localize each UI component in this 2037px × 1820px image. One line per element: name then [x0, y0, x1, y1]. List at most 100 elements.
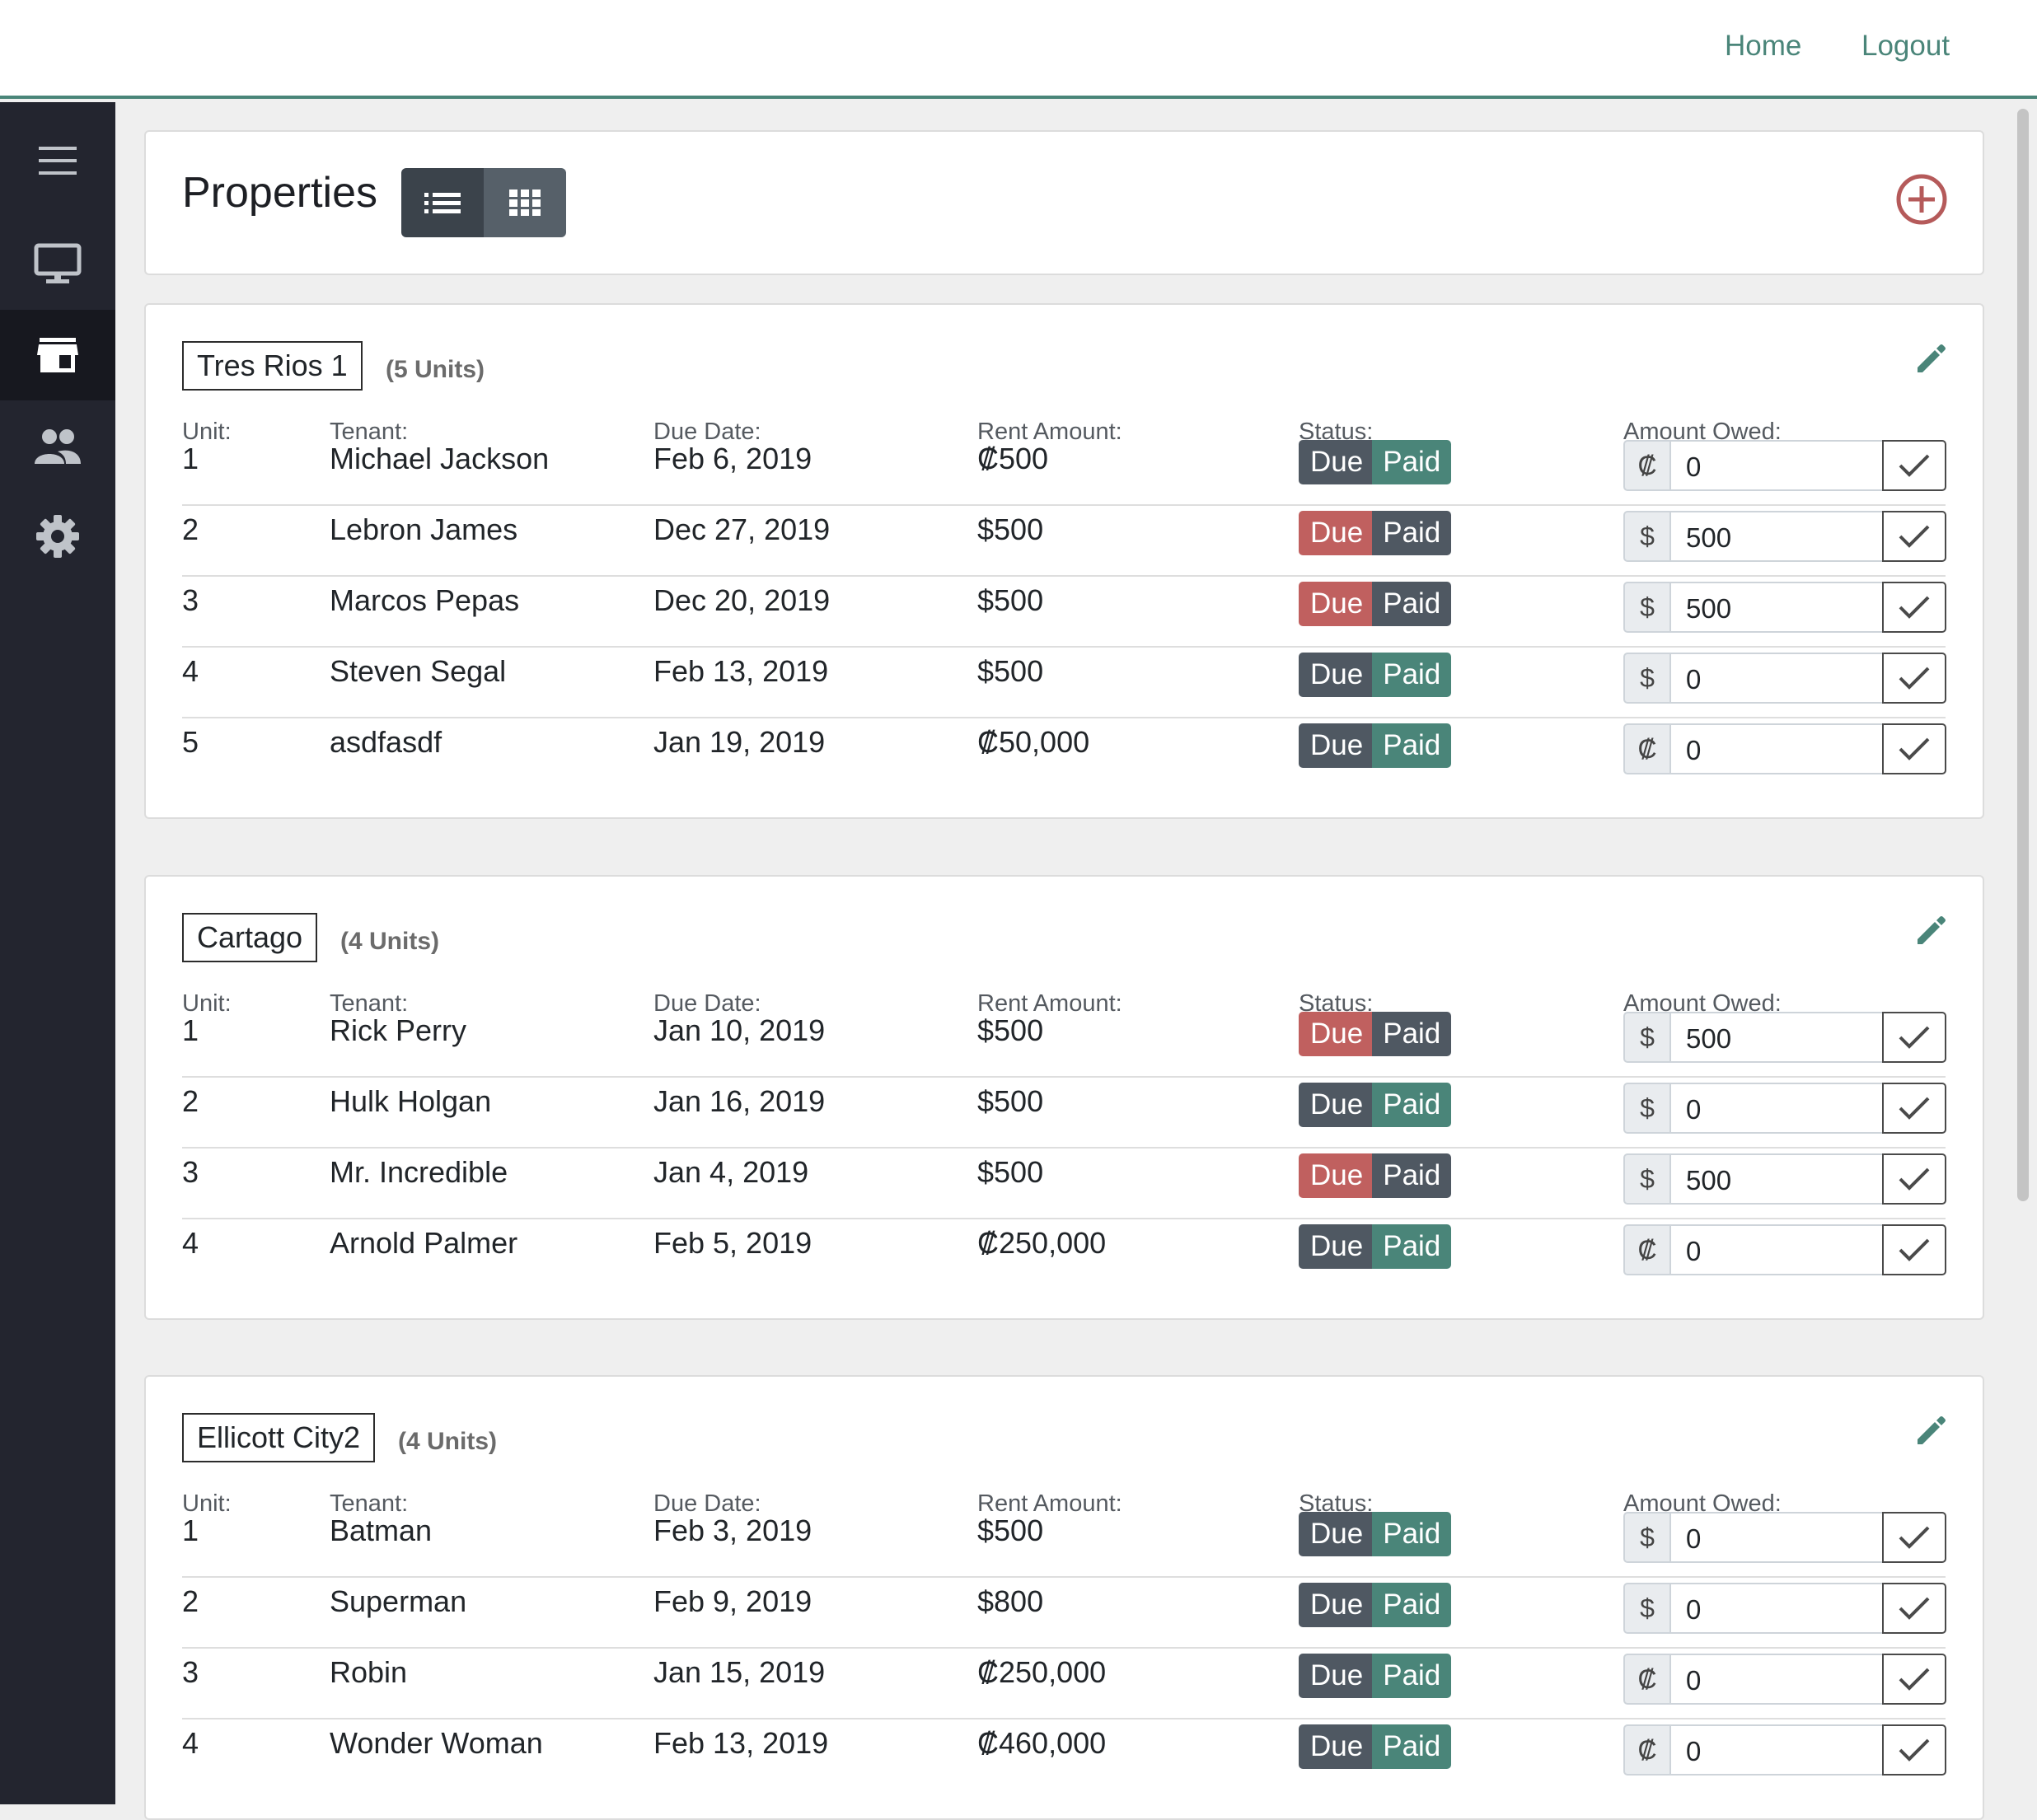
amount-owed-group: $ [1623, 1583, 1946, 1634]
status-due-button[interactable]: Due [1299, 723, 1373, 768]
status-due-button[interactable]: Due [1299, 1083, 1373, 1127]
rent-amount: $500 [977, 1013, 1044, 1047]
status-paid-button[interactable]: Paid [1372, 723, 1452, 768]
amount-owed-input[interactable] [1669, 582, 1884, 633]
status-due-button[interactable]: Due [1299, 511, 1373, 555]
amount-owed-input[interactable] [1669, 1654, 1884, 1705]
tenant-name: asdfasdf [330, 725, 443, 759]
amount-owed-group: $ [1623, 1153, 1946, 1205]
status-due-button[interactable]: Due [1299, 1153, 1373, 1198]
status-due-button[interactable]: Due [1299, 1583, 1373, 1627]
sidebar [0, 102, 115, 1804]
property-name[interactable]: Tres Rios 1 [182, 341, 363, 391]
amount-owed-input[interactable] [1669, 723, 1884, 774]
rent-amount: ₡500 [977, 442, 1049, 475]
rent-amount: ₡460,000 [977, 1726, 1107, 1760]
confirm-payment-button[interactable] [1882, 440, 1946, 491]
amount-owed-input[interactable] [1669, 440, 1884, 491]
confirm-payment-button[interactable] [1882, 582, 1946, 633]
edit-property-icon[interactable] [1914, 1415, 1947, 1448]
table-row: 4 Wonder Woman Feb 13, 2019 ₡460,000 Due Paid… [182, 1718, 1946, 1789]
amount-owed-group: ₡ [1623, 440, 1946, 491]
confirm-payment-button[interactable] [1882, 1012, 1946, 1063]
nav-home-link[interactable]: Home [1725, 30, 1801, 63]
list-view-button[interactable] [401, 168, 484, 237]
status-paid-button[interactable]: Paid [1372, 1083, 1452, 1127]
confirm-payment-button[interactable] [1882, 1512, 1946, 1563]
checkmark-icon [1899, 1738, 1930, 1762]
confirm-payment-button[interactable] [1882, 653, 1946, 704]
amount-owed-input[interactable] [1669, 1224, 1884, 1275]
confirm-payment-button[interactable] [1882, 1583, 1946, 1634]
status-due-button[interactable]: Due [1299, 1012, 1373, 1056]
page-scrollbar[interactable] [2017, 109, 2029, 1201]
status-due-button[interactable]: Due [1299, 1224, 1373, 1269]
status-due-button[interactable]: Due [1299, 582, 1373, 626]
status-paid-button[interactable]: Paid [1372, 1583, 1452, 1627]
amount-owed-input[interactable] [1669, 1583, 1884, 1634]
confirm-payment-button[interactable] [1882, 1224, 1946, 1275]
amount-owed-input[interactable] [1669, 1012, 1884, 1063]
sidebar-menu-toggle[interactable] [0, 115, 115, 206]
amount-owed-input[interactable] [1669, 1512, 1884, 1563]
grid-view-icon [509, 189, 541, 216]
table-row: 1 Batman Feb 3, 2019 $500 Due Paid $ [182, 1505, 1946, 1578]
status-paid-button[interactable]: Paid [1372, 582, 1452, 626]
status-due-button[interactable]: Due [1299, 653, 1373, 697]
units-count: (4 Units) [398, 1428, 497, 1455]
unit-number: 3 [182, 583, 199, 617]
status-paid-button[interactable]: Paid [1372, 653, 1452, 697]
units-count: (5 Units) [386, 356, 485, 383]
status-due-button[interactable]: Due [1299, 1512, 1373, 1556]
status-paid-button[interactable]: Paid [1372, 1724, 1452, 1769]
sidebar-item-tenants[interactable] [0, 400, 115, 491]
confirm-payment-button[interactable] [1882, 511, 1946, 562]
amount-owed-input[interactable] [1669, 1153, 1884, 1205]
property-name[interactable]: Ellicott City2 [182, 1413, 376, 1462]
status-paid-button[interactable]: Paid [1372, 1224, 1452, 1269]
confirm-payment-button[interactable] [1882, 723, 1946, 774]
status-toggle: Due Paid [1299, 653, 1452, 697]
amount-owed-input[interactable] [1669, 653, 1884, 704]
due-date: Dec 27, 2019 [653, 512, 831, 546]
grid-view-button[interactable] [484, 168, 566, 237]
nav-logout-link[interactable]: Logout [1861, 30, 1950, 63]
status-toggle: Due Paid [1299, 582, 1452, 626]
amount-owed-group: $ [1623, 511, 1946, 562]
units-count: (4 Units) [340, 928, 439, 955]
status-paid-button[interactable]: Paid [1372, 440, 1452, 484]
status-paid-button[interactable]: Paid [1372, 1654, 1452, 1698]
sidebar-item-properties[interactable] [0, 310, 115, 400]
due-date: Jan 15, 2019 [653, 1655, 826, 1689]
status-paid-button[interactable]: Paid [1372, 1512, 1452, 1556]
status-paid-button[interactable]: Paid [1372, 511, 1452, 555]
status-due-button[interactable]: Due [1299, 1654, 1373, 1698]
status-due-button[interactable]: Due [1299, 1724, 1373, 1769]
confirm-payment-button[interactable] [1882, 1083, 1946, 1134]
status-paid-button[interactable]: Paid [1372, 1153, 1452, 1198]
tenant-name: Wonder Woman [330, 1726, 543, 1760]
due-date: Feb 13, 2019 [653, 654, 829, 688]
status-paid-button[interactable]: Paid [1372, 1012, 1452, 1056]
confirm-payment-button[interactable] [1882, 1153, 1946, 1205]
currency-symbol: $ [1623, 582, 1671, 633]
rent-amount: ₡250,000 [977, 1226, 1107, 1260]
amount-owed-group: $ [1623, 1012, 1946, 1063]
table-row: 4 Steven Segal Feb 13, 2019 $500 Due Paid $ [182, 646, 1946, 718]
confirm-payment-button[interactable] [1882, 1654, 1946, 1705]
table-row: 3 Robin Jan 15, 2019 ₡250,000 Due Paid ₡ [182, 1647, 1946, 1719]
edit-property-icon[interactable] [1914, 915, 1947, 947]
tenant-name: Superman [330, 1584, 467, 1618]
add-property-icon[interactable] [1895, 173, 1948, 226]
amount-owed-input[interactable] [1669, 511, 1884, 562]
tenant-name: Marcos Pepas [330, 583, 520, 617]
sidebar-item-settings[interactable] [0, 491, 115, 582]
status-due-button[interactable]: Due [1299, 440, 1373, 484]
confirm-payment-button[interactable] [1882, 1724, 1946, 1776]
property-name[interactable]: Cartago [182, 913, 318, 962]
edit-property-icon[interactable] [1914, 343, 1947, 376]
unit-number: 3 [182, 1655, 199, 1689]
amount-owed-input[interactable] [1669, 1724, 1884, 1776]
amount-owed-input[interactable] [1669, 1083, 1884, 1134]
sidebar-item-dashboard[interactable] [0, 219, 115, 310]
